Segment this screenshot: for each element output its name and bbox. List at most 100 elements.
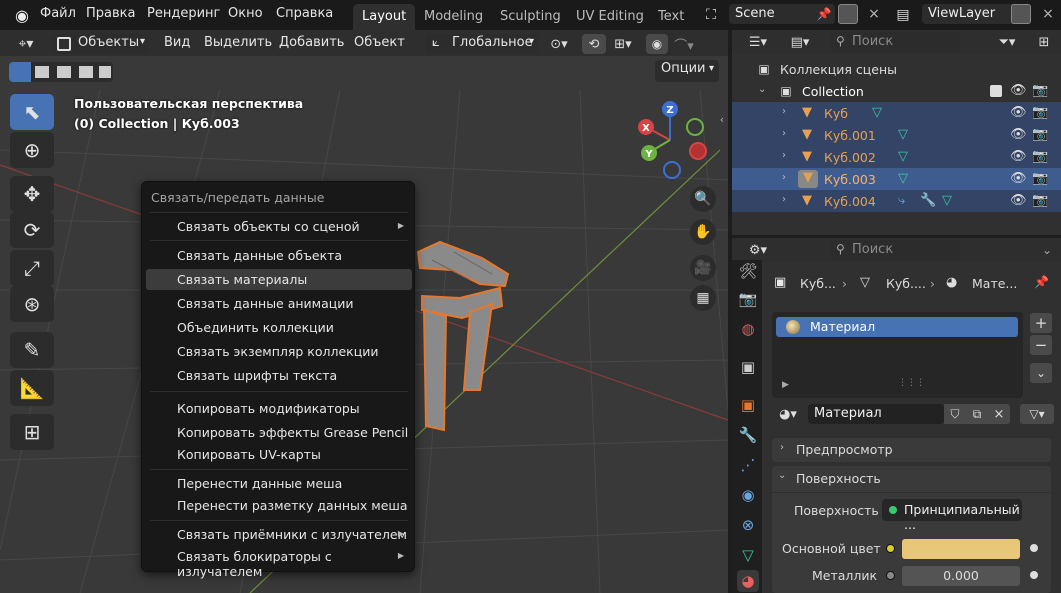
duplicate-material-icon[interactable]: ⧉: [966, 404, 988, 424]
new-collection-icon[interactable]: ⊞: [1034, 33, 1054, 51]
menu-render[interactable]: Рендеринг: [147, 6, 220, 21]
gizmo-neg-x-axis[interactable]: [689, 142, 707, 160]
menu-item-link-object-data[interactable]: Связать данные объекта: [146, 245, 412, 266]
outliner-search-input[interactable]: ⚲ Поиск: [830, 32, 960, 52]
base-color-swatch[interactable]: [902, 539, 1020, 559]
select-box-tool[interactable]: ⬉: [10, 94, 54, 130]
tab-uv-editing[interactable]: UV Editing: [567, 4, 653, 30]
menu-help[interactable]: Справка: [276, 6, 333, 21]
menu-item-link-objects-to-scene[interactable]: Связать объекты со сценой ▶: [146, 216, 412, 237]
menu-item-transfer-mesh-data[interactable]: Перенести данные меша: [146, 473, 412, 494]
outliner-editor-type-icon[interactable]: ☰▾: [740, 33, 776, 51]
surface-section-label[interactable]: Поверхность: [796, 471, 881, 486]
tab-layout[interactable]: Layout: [353, 4, 416, 30]
unlink-material-icon[interactable]: ×: [988, 404, 1010, 424]
pin-icon[interactable]: 📌: [816, 6, 832, 22]
outliner-object-row[interactable]: › ▼ Куб ▽ 👁 📷: [732, 102, 1061, 124]
filter-icon[interactable]: ⏷▾: [990, 33, 1024, 51]
material-specials-button[interactable]: ⌄: [1030, 363, 1052, 383]
snap-icon[interactable]: ⟲: [582, 34, 606, 54]
menu-item-copy-grease-pencil-effects[interactable]: Копировать эффекты Grease Pencil: [146, 422, 412, 443]
transform-tool[interactable]: ⊛: [10, 286, 54, 322]
camera-view-icon[interactable]: 🎥: [690, 255, 716, 281]
gizmo-neg-y-axis[interactable]: [686, 118, 704, 136]
menu-window[interactable]: Окно: [228, 6, 263, 21]
display-mode-icon[interactable]: ▤▾: [782, 33, 818, 51]
list-expand-icon[interactable]: ▶: [782, 380, 789, 390]
selected-table-object[interactable]: [410, 240, 520, 440]
options-dropdown[interactable]: Опции ▾: [655, 60, 719, 82]
expand-arrow-icon[interactable]: ›: [782, 194, 786, 205]
resize-handle-icon[interactable]: ⋮⋮⋮: [898, 378, 925, 388]
menu-item-link-animation-data[interactable]: Связать данные анимации: [146, 293, 412, 314]
eye-icon[interactable]: 👁: [1010, 105, 1027, 120]
expand-arrow-icon[interactable]: ›: [782, 172, 786, 183]
metallic-slider[interactable]: 0.000: [902, 566, 1020, 586]
menu-object[interactable]: Объект: [348, 34, 411, 54]
expand-arrow-icon[interactable]: ›: [782, 106, 786, 117]
eye-icon[interactable]: 👁: [1010, 83, 1027, 98]
menu-item-copy-uv-maps[interactable]: Копировать UV-карты: [146, 444, 412, 465]
view-layer-selector-icon[interactable]: ▤: [890, 5, 916, 25]
delete-view-layer-icon[interactable]: ×: [1040, 5, 1056, 23]
transform-orientation-dropdown[interactable]: ⟀ Глобальное ▾: [426, 34, 538, 54]
properties-search-input[interactable]: ⚲ Поиск: [830, 240, 960, 260]
menu-item-transfer-mesh-data-layout[interactable]: Перенести разметку данных меша: [146, 495, 412, 516]
expand-arrow-icon[interactable]: ›: [782, 128, 786, 139]
camera-render-icon[interactable]: 📷: [1032, 149, 1048, 164]
new-scene-icon[interactable]: [838, 4, 858, 24]
gizmo-neg-z-axis[interactable]: [663, 161, 681, 179]
scene-selector-icon[interactable]: ⛶: [698, 5, 724, 25]
menu-item-copy-modifiers[interactable]: Копировать модификаторы: [146, 398, 412, 419]
panel-options-icon[interactable]: ⌄: [1038, 241, 1056, 259]
perspective-toggle-icon[interactable]: ▦: [690, 285, 716, 311]
tab-text[interactable]: Text: [649, 4, 693, 30]
annotate-tool[interactable]: ✎: [10, 332, 54, 368]
keyframe-dot-icon[interactable]: [1030, 571, 1038, 579]
falloff-icon[interactable]: ⌒▾: [670, 34, 698, 54]
eye-icon[interactable]: 👁: [1010, 127, 1027, 142]
tab-tool-icon[interactable]: 🛠: [737, 260, 759, 282]
link-type-dropdown[interactable]: ▽▾: [1020, 404, 1054, 424]
select-extend-icon[interactable]: [35, 66, 49, 78]
select-difference-icon[interactable]: [79, 66, 93, 78]
menu-item-link-blockers-to-emitter[interactable]: Связать блокираторы с излучателем ▶: [146, 546, 412, 579]
menu-select[interactable]: Выделить: [198, 34, 278, 54]
select-new-icon[interactable]: [9, 62, 31, 82]
pin-icon[interactable]: 📌: [1034, 275, 1049, 289]
tab-constraints-icon[interactable]: ⊗: [737, 514, 759, 536]
menu-item-link-receivers-to-emitter[interactable]: Связать приёмники с излучателем ▶: [146, 524, 412, 545]
tab-sculpting[interactable]: Sculpting: [491, 4, 570, 30]
outliner-collection-row[interactable]: ⌄ ▣ Collection 👁 📷: [732, 80, 1061, 102]
camera-render-icon[interactable]: 📷: [1032, 127, 1048, 142]
navigation-gizmo[interactable]: Z X Y: [636, 100, 716, 180]
material-slot-list[interactable]: Материал ▶ ⋮⋮⋮: [772, 312, 1023, 398]
value-socket-icon[interactable]: [886, 571, 895, 580]
blender-logo-icon[interactable]: ◉: [12, 5, 32, 25]
scale-tool[interactable]: ⤢: [10, 250, 54, 286]
camera-render-icon[interactable]: 📷: [1032, 171, 1048, 186]
menu-item-link-instance-collection[interactable]: Связать экземпляр коллекции: [146, 341, 412, 362]
preview-panel-header[interactable]: › Предпросмотр: [772, 438, 1051, 462]
menu-item-link-collections[interactable]: Объединить коллекции: [146, 317, 412, 338]
zoom-icon[interactable]: 🔍: [690, 186, 716, 212]
cursor-tool[interactable]: ⊕: [10, 132, 54, 168]
material-slot-row[interactable]: Материал: [776, 317, 1018, 337]
browse-material-icon[interactable]: ◕▾: [772, 404, 804, 424]
color-socket-icon[interactable]: [886, 544, 895, 553]
outliner-object-row[interactable]: › ▼ Куб.002 ▽ 👁 📷: [732, 146, 1061, 168]
new-view-layer-icon[interactable]: [1011, 4, 1031, 24]
camera-render-icon[interactable]: 📷: [1032, 83, 1048, 98]
tab-data-icon[interactable]: ▽: [737, 544, 759, 566]
tab-physics-icon[interactable]: ◉: [737, 484, 759, 506]
camera-render-icon[interactable]: 📷: [1032, 193, 1048, 208]
rotate-tool[interactable]: ⟳: [10, 212, 54, 248]
tab-modeling[interactable]: Modeling: [415, 4, 492, 30]
surface-shader-field[interactable]: Принципиальный ...: [882, 499, 1022, 532]
camera-render-icon[interactable]: 📷: [1032, 105, 1048, 120]
outliner-object-row-active[interactable]: › ▼ Куб.003 ▽ 👁 📷: [732, 168, 1061, 190]
mode-dropdown[interactable]: Объекты ▾: [52, 34, 149, 54]
menu-item-link-fonts[interactable]: Связать шрифты текста: [146, 365, 412, 386]
menu-file[interactable]: Файл: [40, 6, 76, 21]
remove-material-slot-button[interactable]: −: [1030, 335, 1052, 355]
